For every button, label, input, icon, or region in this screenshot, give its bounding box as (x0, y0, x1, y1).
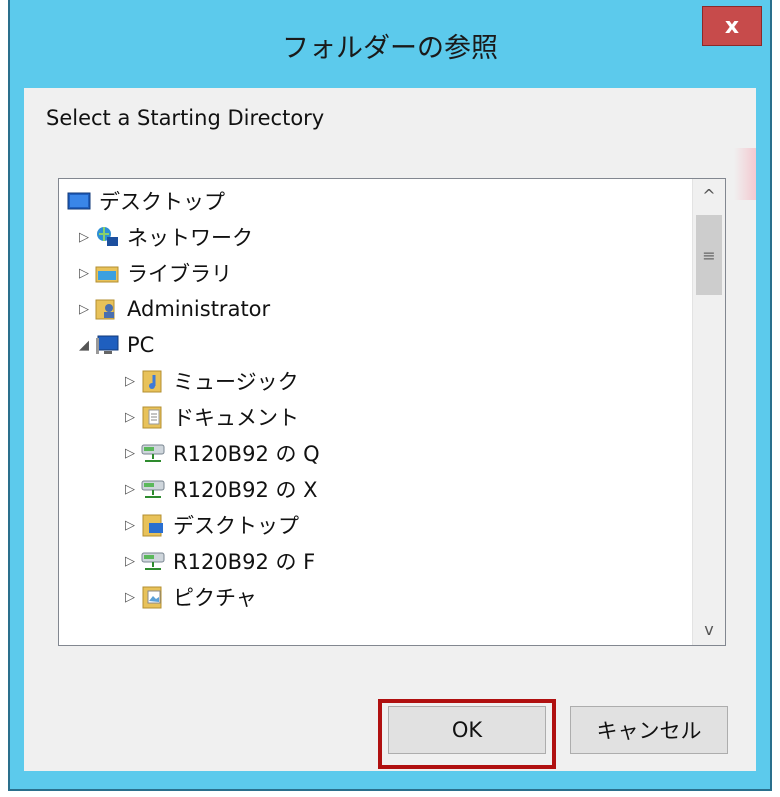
tree-item-libraries[interactable]: ▷ ライブラリ (73, 255, 232, 291)
expand-arrow-icon[interactable]: ▷ (73, 266, 95, 281)
network-icon (95, 225, 119, 249)
close-icon: x (724, 13, 740, 39)
title-bar[interactable]: フォルダーの参照 x (10, 0, 770, 88)
vertical-scrollbar[interactable]: ^ ≡ v (692, 179, 725, 645)
tree-item-label: R120B92 の F (173, 550, 316, 574)
folder-tree[interactable]: デスクトップ ▷ ネットワーク ▷ ライブラリ ▷ Administrator … (58, 178, 726, 646)
expand-arrow-icon[interactable]: ▷ (119, 554, 141, 569)
pc-icon (95, 333, 119, 357)
tree-item-pictures[interactable]: ▷ ピクチャ (119, 579, 257, 615)
dialog-window: フォルダーの参照 x Select a Starting Directory デ… (8, 0, 772, 791)
tree-item-drive-f[interactable]: ▷ R120B92 の F (119, 543, 315, 579)
instruction-text: Select a Starting Directory (46, 106, 325, 130)
tree-item-label: デスクトップ (173, 514, 299, 538)
close-button[interactable]: x (702, 6, 762, 46)
tree-item-label: R120B92 の Q (173, 442, 320, 466)
tree-item-label: Administrator (127, 297, 271, 321)
tree-item-drive-x[interactable]: ▷ R120B92 の X (119, 471, 318, 507)
expand-arrow-icon[interactable]: ▷ (73, 230, 95, 245)
network-drive-icon (141, 549, 165, 573)
expand-arrow-icon[interactable]: ▷ (73, 302, 95, 317)
expand-arrow-icon[interactable]: ▷ (119, 518, 141, 533)
tree-item-pc[interactable]: ◢ PC (73, 327, 154, 363)
edge-gradient (734, 148, 756, 200)
tree-item-label: PC (127, 333, 155, 357)
tree-item-drive-q[interactable]: ▷ R120B92 の Q (119, 435, 320, 471)
tree-item-label: デスクトップ (99, 190, 225, 214)
tree-item-label: ネットワーク (127, 226, 253, 250)
expand-arrow-icon[interactable]: ▷ (119, 482, 141, 497)
scroll-down-button[interactable]: v (693, 613, 725, 645)
expand-arrow-icon[interactable]: ▷ (119, 410, 141, 425)
desktop-folder-icon (141, 513, 165, 537)
cancel-button[interactable]: キャンセル (570, 706, 728, 754)
collapse-arrow-icon[interactable]: ◢ (73, 338, 95, 353)
window-title: フォルダーの参照 (282, 33, 498, 64)
scroll-up-button[interactable]: ^ (693, 179, 725, 211)
expand-arrow-icon[interactable]: ▷ (119, 446, 141, 461)
tree-item-music[interactable]: ▷ ミュージック (119, 363, 299, 399)
dialog-body: Select a Starting Directory デスクトップ ▷ ネット… (24, 88, 756, 771)
desktop-icon (67, 189, 91, 213)
tree-item-label: ドキュメント (173, 406, 299, 430)
tree-item-label: ライブラリ (127, 262, 232, 286)
pictures-folder-icon (141, 585, 165, 609)
tree-item-desktop-folder[interactable]: ▷ デスクトップ (119, 507, 299, 543)
network-drive-icon (141, 477, 165, 501)
tree-item-label: ミュージック (173, 370, 299, 394)
expand-arrow-icon[interactable]: ▷ (119, 590, 141, 605)
library-icon (95, 261, 119, 285)
network-drive-icon (141, 441, 165, 465)
tree-item-network[interactable]: ▷ ネットワーク (73, 219, 253, 255)
documents-folder-icon (141, 405, 165, 429)
chevron-down-icon: v (704, 619, 714, 639)
tree-item-administrator[interactable]: ▷ Administrator (73, 291, 270, 327)
grip-icon: ≡ (702, 245, 716, 265)
ok-button-highlight (378, 699, 556, 769)
tree-item-desktop[interactable]: デスクトップ (67, 183, 225, 219)
user-folder-icon (95, 297, 119, 321)
tree-item-label: ピクチャ (173, 586, 257, 610)
expand-arrow-icon[interactable]: ▷ (119, 374, 141, 389)
scroll-thumb[interactable]: ≡ (696, 215, 722, 295)
tree-item-label: R120B92 の X (173, 478, 318, 502)
music-folder-icon (141, 369, 165, 393)
chevron-up-icon: ^ (702, 185, 716, 205)
tree-item-documents[interactable]: ▷ ドキュメント (119, 399, 299, 435)
